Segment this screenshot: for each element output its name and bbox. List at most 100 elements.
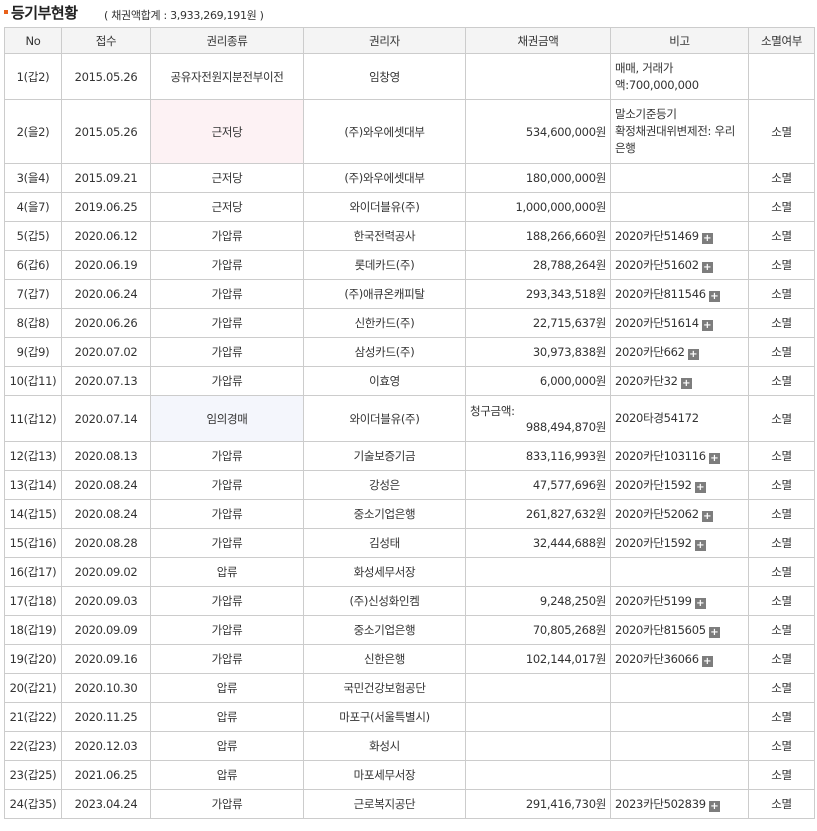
cell-date: 2020.11.25 (61, 702, 151, 732)
cell-extinct: 소멸 (748, 673, 815, 703)
cell-amount (465, 53, 611, 100)
expand-plus-icon[interactable]: + (708, 800, 720, 812)
claim-amount-label: 청구금액: (470, 403, 515, 418)
table-row: 20(갑21) 2020.10.30 압류 국민건강보험공단 소멸 (4, 673, 815, 703)
table-row: 13(갑14) 2020.08.24 가압류 강성은 47,577,696원 2020카단… (4, 470, 815, 500)
cell-type: 압류 (150, 702, 304, 732)
cell-extinct: 소멸 (748, 337, 815, 367)
table-row: 6(갑6) 2020.06.19 가압류 롯데카드(주) 28,788,264원 2020… (4, 250, 815, 280)
cell-extinct: 소멸 (748, 250, 815, 280)
note-text: 2020카단815605 (615, 622, 706, 637)
col-header-no: No (4, 27, 62, 54)
expand-plus-icon[interactable]: + (701, 510, 713, 522)
cell-note (610, 163, 749, 193)
cell-holder: 국민건강보험공단 (303, 673, 466, 703)
cell-no: 9(갑9) (4, 337, 62, 367)
expand-plus-icon[interactable]: + (694, 539, 706, 551)
cell-type: 근저당 (150, 192, 304, 222)
cell-amount: 833,116,993원 (465, 441, 611, 471)
cell-date: 2020.08.24 (61, 499, 151, 529)
cell-date: 2021.06.25 (61, 760, 151, 790)
cell-holder: 중소기업은행 (303, 615, 466, 645)
cell-date: 2020.08.13 (61, 441, 151, 471)
cell-type: 가압류 (150, 499, 304, 529)
table-row: 23(갑25) 2021.06.25 압류 마포세무서장 소멸 (4, 760, 815, 790)
col-header-amount: 채권금액 (465, 27, 611, 54)
expand-plus-icon[interactable]: + (694, 597, 706, 609)
expand-plus-icon[interactable]: + (701, 232, 713, 244)
col-header-type: 권리종류 (150, 27, 304, 54)
note-text: 2020카단51602 (615, 257, 699, 272)
claim-total-summary: ( 채권액합계 : 3,933,269,191원 ) (104, 9, 264, 22)
cell-holder: 김성태 (303, 528, 466, 558)
cell-no: 24(갑35) (4, 789, 62, 819)
cell-type: 압류 (150, 731, 304, 761)
cell-amount (465, 557, 611, 587)
expand-plus-icon[interactable]: + (694, 481, 706, 493)
cell-no: 10(갑11) (4, 366, 62, 396)
cell-holder: 한국전력공사 (303, 221, 466, 251)
note-text: 2020카단1592 (615, 535, 692, 550)
cell-date: 2020.12.03 (61, 731, 151, 761)
cell-type: 압류 (150, 557, 304, 587)
cell-extinct: 소멸 (748, 221, 815, 251)
expand-plus-icon[interactable]: + (708, 626, 720, 638)
cell-amount: 291,416,730원 (465, 789, 611, 819)
cell-no: 17(갑18) (4, 586, 62, 616)
cell-date: 2020.08.24 (61, 470, 151, 500)
cell-no: 6(갑6) (4, 250, 62, 280)
cell-no: 20(갑21) (4, 673, 62, 703)
cell-date: 2020.10.30 (61, 673, 151, 703)
note-text: 2020타경54172 (615, 411, 699, 425)
cell-amount: 32,444,688원 (465, 528, 611, 558)
table-row: 10(갑11) 2020.07.13 가압류 이효영 6,000,000원 2020카단3… (4, 366, 815, 396)
table-row: 17(갑18) 2020.09.03 가압류 (주)신성화인켐 9,248,250원 20… (4, 586, 815, 616)
expand-plus-icon[interactable]: + (701, 261, 713, 273)
cell-note: 매매, 거래가액:700,000,000 (610, 53, 749, 100)
cell-extinct: 소멸 (748, 499, 815, 529)
cell-type: 가압류 (150, 308, 304, 338)
cell-amount (465, 702, 611, 732)
cell-holder: 중소기업은행 (303, 499, 466, 529)
cell-extinct: 소멸 (748, 557, 815, 587)
cell-amount: 70,805,268원 (465, 615, 611, 645)
col-header-extinct: 소멸여부 (748, 27, 815, 54)
cell-holder: 마포세무서장 (303, 760, 466, 790)
cell-type: 근저당 (150, 99, 304, 164)
cell-date: 2015.05.26 (61, 53, 151, 100)
cell-no: 8(갑8) (4, 308, 62, 338)
note-text: 2020카단51614 (615, 315, 699, 330)
cell-extinct: 소멸 (748, 99, 815, 164)
cell-amount: 534,600,000원 (465, 99, 611, 164)
expand-plus-icon[interactable]: + (708, 290, 720, 302)
cell-amount (465, 731, 611, 761)
table-row: 14(갑15) 2020.08.24 가압류 중소기업은행 261,827,632원 20… (4, 499, 815, 529)
expand-plus-icon[interactable]: + (687, 348, 699, 360)
cell-type: 가압류 (150, 441, 304, 471)
cell-no: 7(갑7) (4, 279, 62, 309)
cell-date: 2019.06.25 (61, 192, 151, 222)
cell-date: 2020.09.09 (61, 615, 151, 645)
cell-no: 14(갑15) (4, 499, 62, 529)
cell-extinct (748, 53, 815, 100)
expand-plus-icon[interactable]: + (680, 377, 692, 389)
table-row: 24(갑35) 2023.04.24 가압류 근로복지공단 291,416,730원 20… (4, 789, 815, 819)
expand-plus-icon[interactable]: + (701, 319, 713, 331)
cell-extinct: 소멸 (748, 760, 815, 790)
cell-amount: 28,788,264원 (465, 250, 611, 280)
table-header-row: No 접수 권리종류 권리자 채권금액 비고 소멸여부 (4, 27, 815, 54)
note-text: 2020카단32 (615, 373, 678, 388)
table-row: 3(을4) 2015.09.21 근저당 (주)와우에셋대부 180,000,000원 소… (4, 163, 815, 193)
cell-no: 4(을7) (4, 192, 62, 222)
cell-date: 2020.07.02 (61, 337, 151, 367)
expand-plus-icon[interactable]: + (708, 452, 720, 464)
bullet-icon (4, 10, 8, 14)
cell-holder: 이효영 (303, 366, 466, 396)
cell-type: 가압류 (150, 337, 304, 367)
table-row: 19(갑20) 2020.09.16 가압류 신한은행 102,144,017원 2020… (4, 644, 815, 674)
expand-plus-icon[interactable]: + (701, 655, 713, 667)
cell-note: 2020카단51614 + (610, 308, 749, 338)
cell-type: 공유자전원지분전부이전 (150, 53, 304, 100)
cell-date: 2020.06.24 (61, 279, 151, 309)
cell-date: 2020.09.03 (61, 586, 151, 616)
